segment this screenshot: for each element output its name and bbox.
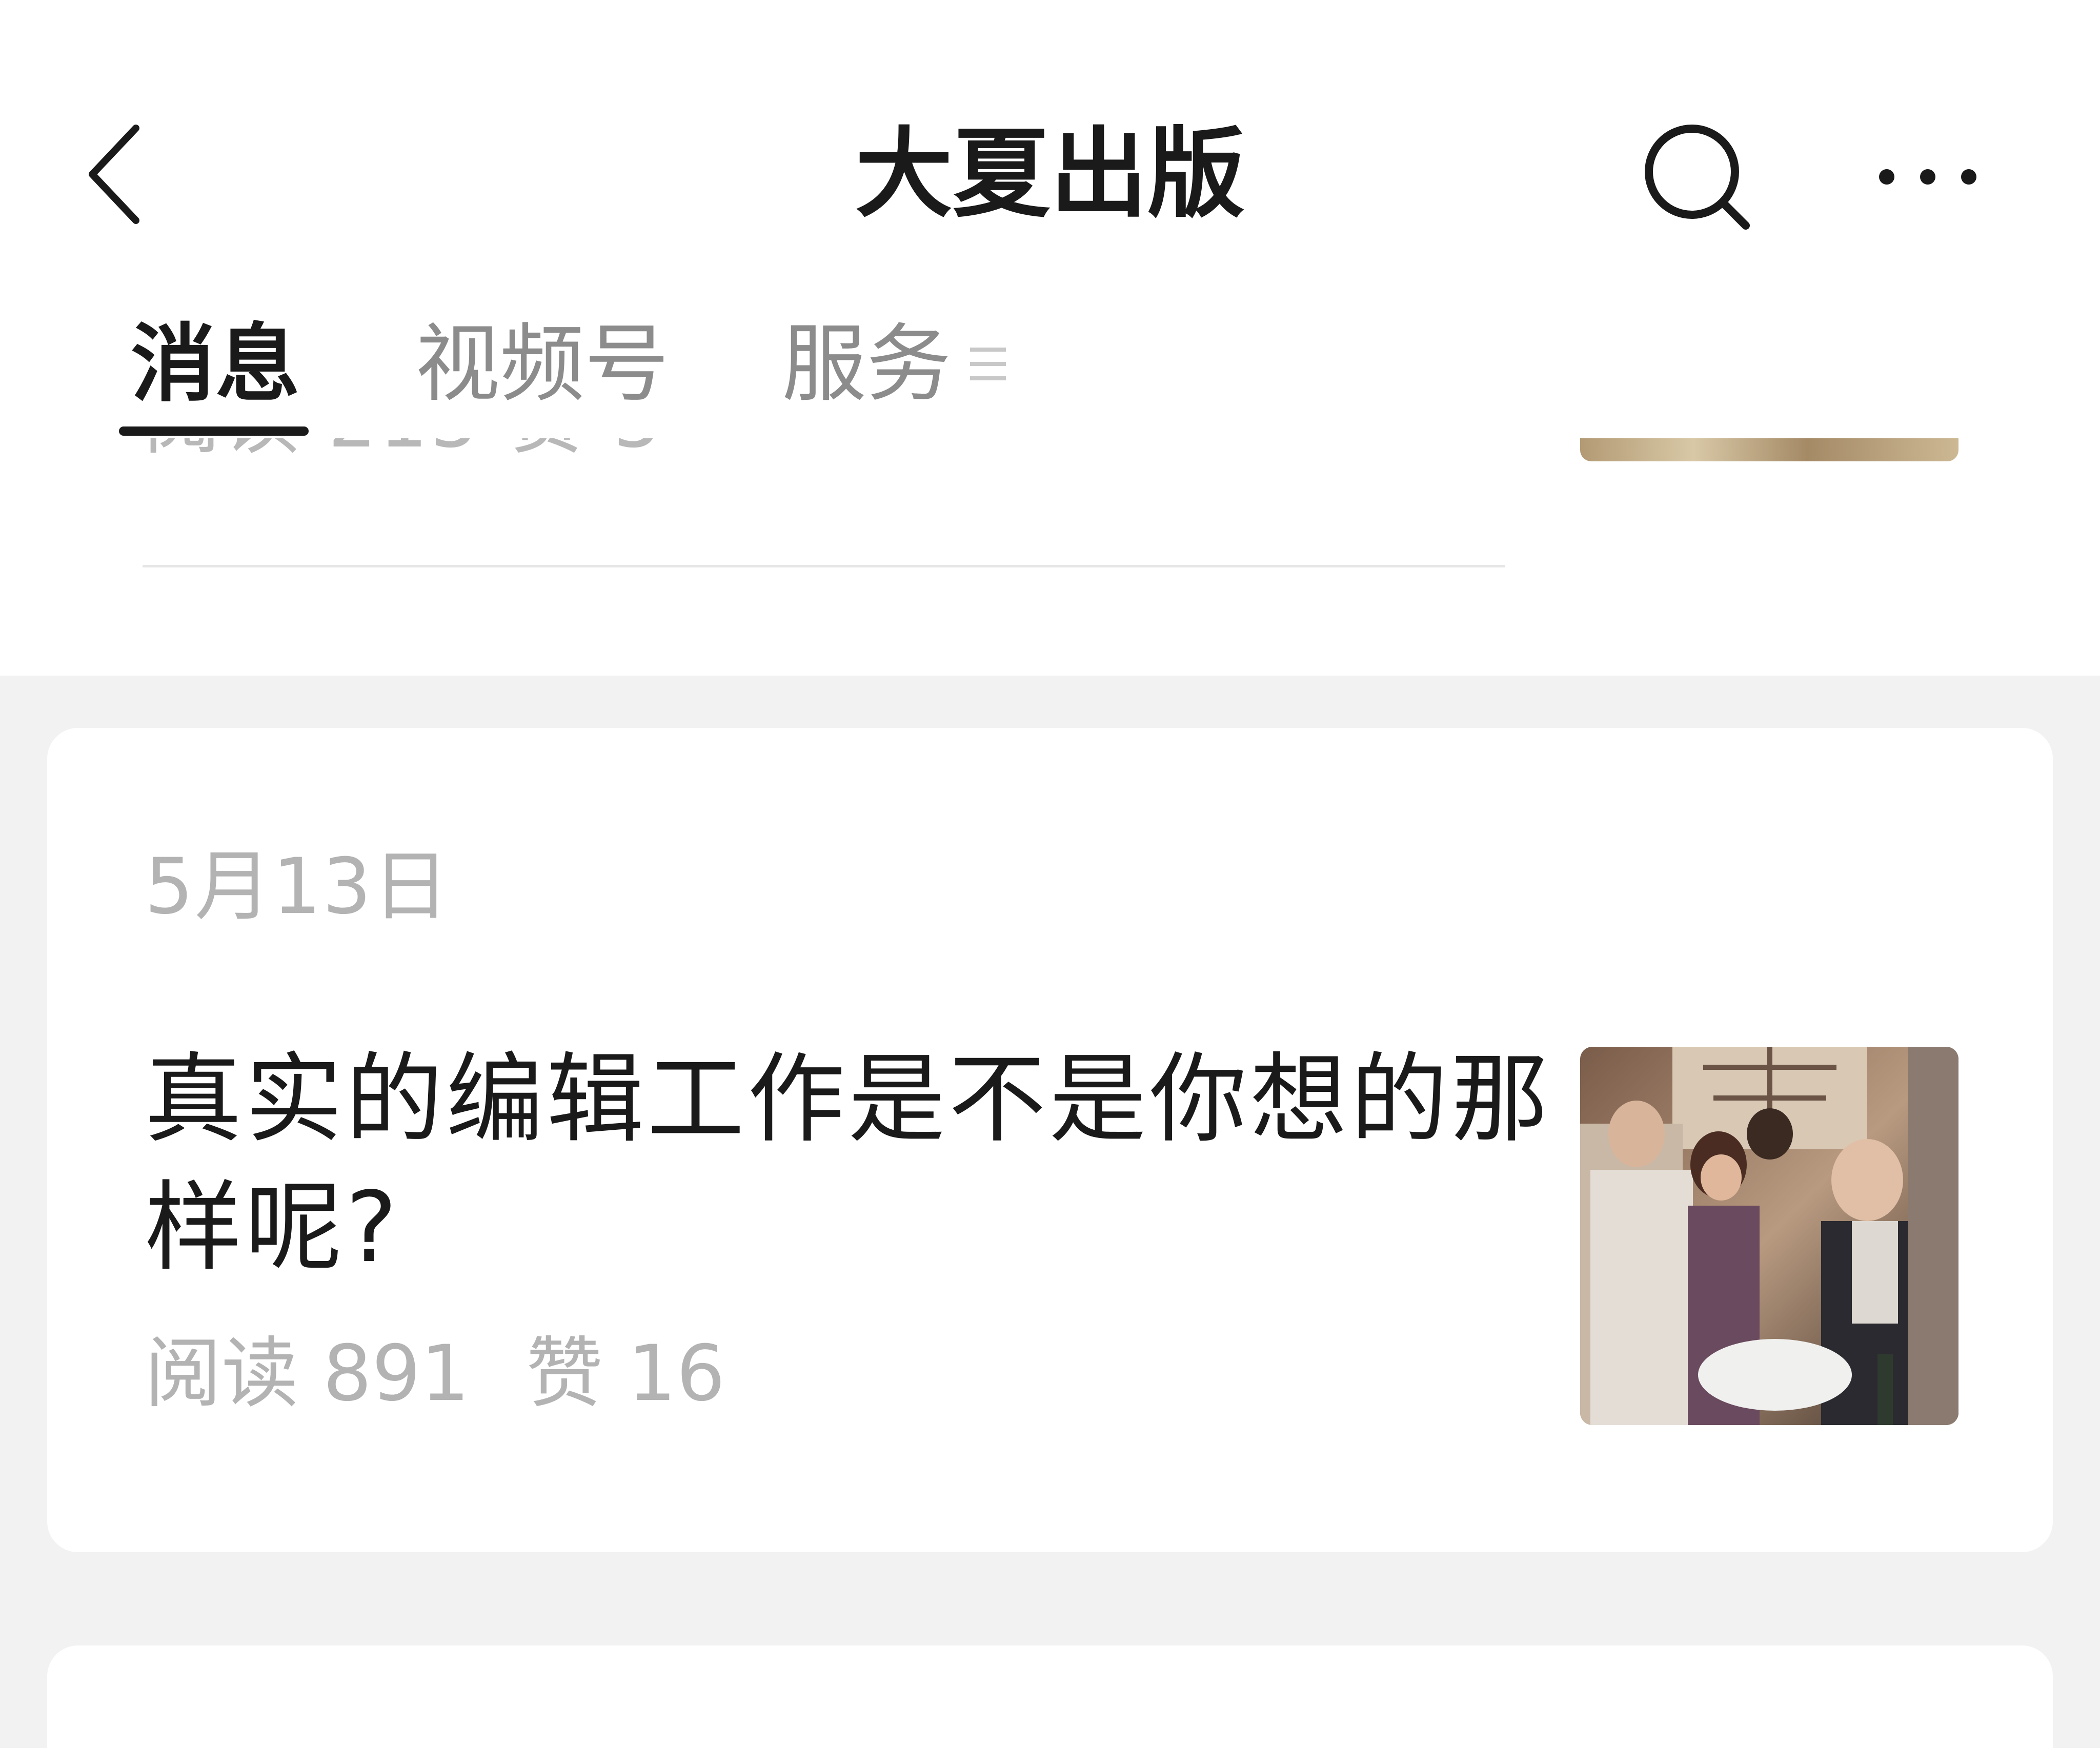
read-count: 阅读 891 — [145, 1329, 470, 1418]
article-thumbnail[interactable] — [1580, 1047, 1958, 1425]
tab-services[interactable]: 服务 — [782, 308, 951, 420]
more-dots-icon — [1879, 169, 1976, 185]
menu-lines-icon[interactable] — [970, 343, 1006, 384]
tab-bar: 消息 视频号 服务 — [0, 308, 2100, 441]
tab-channels[interactable]: 视频号 — [415, 308, 669, 420]
previous-item-stats: 阅读 215 赞 5 — [144, 438, 861, 459]
article-card[interactable]: 5月13日 真实的编辑工作是不是你想的那样呢? 阅读 891 赞 16 — [47, 728, 2053, 1552]
article-thumbnail-image — [1580, 1047, 1958, 1425]
article-date: 5月13日 — [145, 842, 451, 931]
search-button[interactable] — [1635, 118, 1759, 236]
article-title[interactable]: 真实的编辑工作是不是你想的那样呢? — [145, 1035, 1570, 1292]
chevron-left-icon — [89, 125, 139, 224]
page-title: 大夏出版 — [855, 117, 1245, 231]
back-button[interactable] — [77, 118, 154, 231]
tab-messages[interactable]: 消息 — [131, 308, 300, 420]
more-button[interactable] — [1866, 149, 1989, 205]
article-stats: 阅读 891 赞 16 — [145, 1328, 782, 1420]
search-icon — [1645, 125, 1750, 230]
next-article-card[interactable] — [47, 1645, 2053, 1748]
like-count: 赞 16 — [526, 1329, 725, 1418]
active-tab-indicator — [119, 426, 309, 436]
divider — [143, 565, 1505, 567]
previous-item-stats-text: 阅读 215 赞 5 — [144, 438, 861, 459]
previous-item-thumbnail[interactable] — [1580, 438, 1958, 461]
